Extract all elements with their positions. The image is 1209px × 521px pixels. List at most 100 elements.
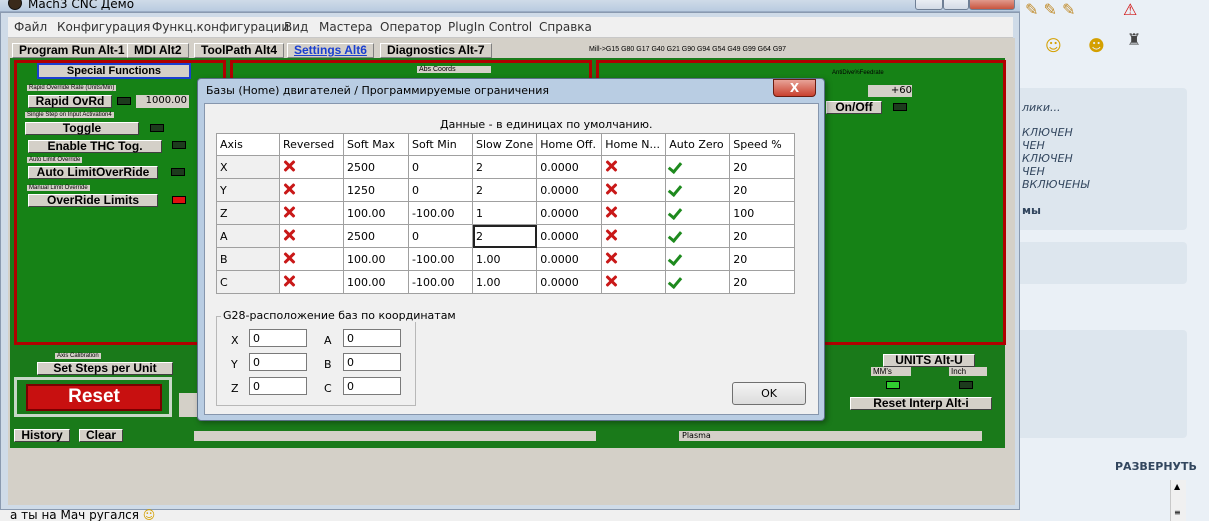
col-soft-min[interactable]: Soft Min — [408, 133, 473, 156]
history-button[interactable]: History — [14, 429, 70, 442]
axis-cell[interactable]: Z — [216, 201, 280, 225]
speed-cell[interactable]: 20 — [729, 270, 796, 294]
units-button[interactable]: UNITS Alt-U — [883, 354, 975, 367]
menu-file[interactable]: Файл — [14, 20, 47, 34]
auto-zero-cell[interactable] — [665, 224, 731, 248]
soft-min-cell[interactable]: -100.00 — [408, 270, 473, 294]
col-speed[interactable]: Speed % — [729, 133, 796, 156]
menu-func-config[interactable]: Функц.конфигурации — [152, 20, 289, 34]
soft-min-cell[interactable]: 0 — [408, 224, 473, 248]
speed-cell[interactable]: 100 — [729, 201, 796, 225]
auto-zero-cell[interactable] — [665, 178, 731, 202]
soft-max-cell[interactable]: 1250 — [343, 178, 409, 202]
tab-settings[interactable]: Settings Alt6 — [287, 43, 374, 58]
g28-z-input[interactable] — [249, 377, 307, 395]
menu-operator[interactable]: Оператор — [380, 20, 442, 34]
auto-zero-cell[interactable] — [665, 155, 731, 179]
home-off-cell[interactable]: 0.0000 — [536, 270, 603, 294]
axis-cell[interactable]: X — [216, 155, 280, 179]
speed-cell[interactable]: 20 — [729, 155, 796, 179]
tab-toolpath[interactable]: ToolPath Alt4 — [194, 43, 284, 58]
speed-cell[interactable]: 20 — [729, 178, 796, 202]
toggle-button[interactable]: Toggle — [25, 122, 139, 135]
axis-cell[interactable]: C — [216, 270, 280, 294]
col-home-neg[interactable]: Home N... — [601, 133, 667, 156]
slow-zone-cell[interactable]: 1.00 — [471, 247, 538, 271]
axis-cell[interactable]: Y — [216, 178, 280, 202]
menu-plugin-control[interactable]: PlugIn Control — [448, 20, 532, 34]
ok-button[interactable]: OK — [732, 382, 806, 405]
enable-thc-button[interactable]: Enable THC Tog. — [28, 140, 162, 153]
slow-zone-cell-selected[interactable]: 2 — [471, 224, 538, 248]
rapid-ovrd-button[interactable]: Rapid OvRd — [28, 95, 112, 108]
slow-zone-cell[interactable]: 1 — [471, 201, 538, 225]
soft-max-cell[interactable]: 2500 — [343, 155, 409, 179]
col-reversed[interactable]: Reversed — [279, 133, 344, 156]
menu-config[interactable]: Конфигурация — [57, 20, 150, 34]
slow-zone-cell[interactable]: 2 — [471, 178, 538, 202]
reversed-cell[interactable] — [279, 155, 344, 179]
col-axis[interactable]: Axis — [216, 133, 280, 156]
home-neg-cell[interactable] — [601, 247, 667, 271]
rapid-rate-value[interactable]: 1000.00 — [136, 95, 189, 108]
reset-button[interactable]: Reset — [26, 384, 162, 411]
reversed-cell[interactable] — [279, 270, 344, 294]
reversed-cell[interactable] — [279, 247, 344, 271]
minimize-button[interactable] — [915, 0, 943, 10]
right-panel-link[interactable]: мы — [1022, 204, 1041, 217]
home-neg-cell[interactable] — [601, 155, 667, 179]
g28-x-input[interactable] — [249, 329, 307, 347]
reversed-cell[interactable] — [279, 224, 344, 248]
reversed-cell[interactable] — [279, 178, 344, 202]
home-neg-cell[interactable] — [601, 270, 667, 294]
auto-zero-cell[interactable] — [665, 247, 731, 271]
g28-c-input[interactable] — [343, 377, 401, 395]
col-home-off[interactable]: Home Off. — [536, 133, 603, 156]
g28-b-input[interactable] — [343, 353, 401, 371]
home-neg-cell[interactable] — [601, 178, 667, 202]
scroll-grip-icon[interactable]: ≡ — [1174, 508, 1181, 517]
dialog-close-button[interactable]: X — [773, 79, 816, 97]
speed-cell[interactable]: 20 — [729, 247, 796, 271]
soft-min-cell[interactable]: 0 — [408, 155, 473, 179]
auto-zero-cell[interactable] — [665, 270, 731, 294]
home-off-cell[interactable]: 0.0000 — [536, 247, 603, 271]
soft-min-cell[interactable]: -100.00 — [408, 201, 473, 225]
clear-button[interactable]: Clear — [79, 429, 123, 442]
axis-cell[interactable]: A — [216, 224, 280, 248]
axis-cell[interactable]: B — [216, 247, 280, 271]
home-off-cell[interactable]: 0.0000 — [536, 201, 603, 225]
col-auto-zero[interactable]: Auto Zero — [665, 133, 731, 156]
g28-y-input[interactable] — [249, 353, 307, 371]
col-slow-zone[interactable]: Slow Zone — [471, 133, 538, 156]
speed-cell[interactable]: 20 — [729, 224, 796, 248]
soft-max-cell[interactable]: 100.00 — [343, 270, 409, 294]
reversed-cell[interactable] — [279, 201, 344, 225]
menu-help[interactable]: Справка — [539, 20, 592, 34]
g28-a-input[interactable] — [343, 329, 401, 347]
slow-zone-cell[interactable]: 1.00 — [471, 270, 538, 294]
soft-min-cell[interactable]: -100.00 — [408, 247, 473, 271]
on-off-button[interactable]: On/Off — [826, 101, 882, 114]
auto-zero-cell[interactable] — [665, 201, 731, 225]
expand-link[interactable]: РАЗВЕРНУТЬ — [1115, 460, 1197, 473]
soft-max-cell[interactable]: 2500 — [343, 224, 409, 248]
menu-wizards[interactable]: Мастера — [319, 20, 373, 34]
home-neg-cell[interactable] — [601, 224, 667, 248]
soft-min-cell[interactable]: 0 — [408, 178, 473, 202]
tab-mdi[interactable]: MDI Alt2 — [127, 43, 189, 58]
soft-max-cell[interactable]: 100.00 — [343, 201, 409, 225]
home-off-cell[interactable]: 0.0000 — [536, 224, 603, 248]
home-off-cell[interactable]: 0.0000 — [536, 178, 603, 202]
auto-limit-override-button[interactable]: Auto LimitOverRide — [28, 166, 158, 179]
home-off-cell[interactable]: 0.0000 — [536, 155, 603, 179]
tab-diagnostics[interactable]: Diagnostics Alt-7 — [380, 43, 492, 58]
soft-max-cell[interactable]: 100.00 — [343, 247, 409, 271]
close-window-button[interactable] — [969, 0, 1015, 10]
slow-zone-cell[interactable]: 2 — [471, 155, 538, 179]
override-limits-button[interactable]: OverRide Limits — [28, 194, 158, 207]
antidive-value[interactable]: +60 — [868, 85, 912, 97]
tab-program-run[interactable]: Program Run Alt-1 — [12, 43, 132, 58]
home-neg-cell[interactable] — [601, 201, 667, 225]
set-steps-button[interactable]: Set Steps per Unit — [37, 362, 173, 375]
